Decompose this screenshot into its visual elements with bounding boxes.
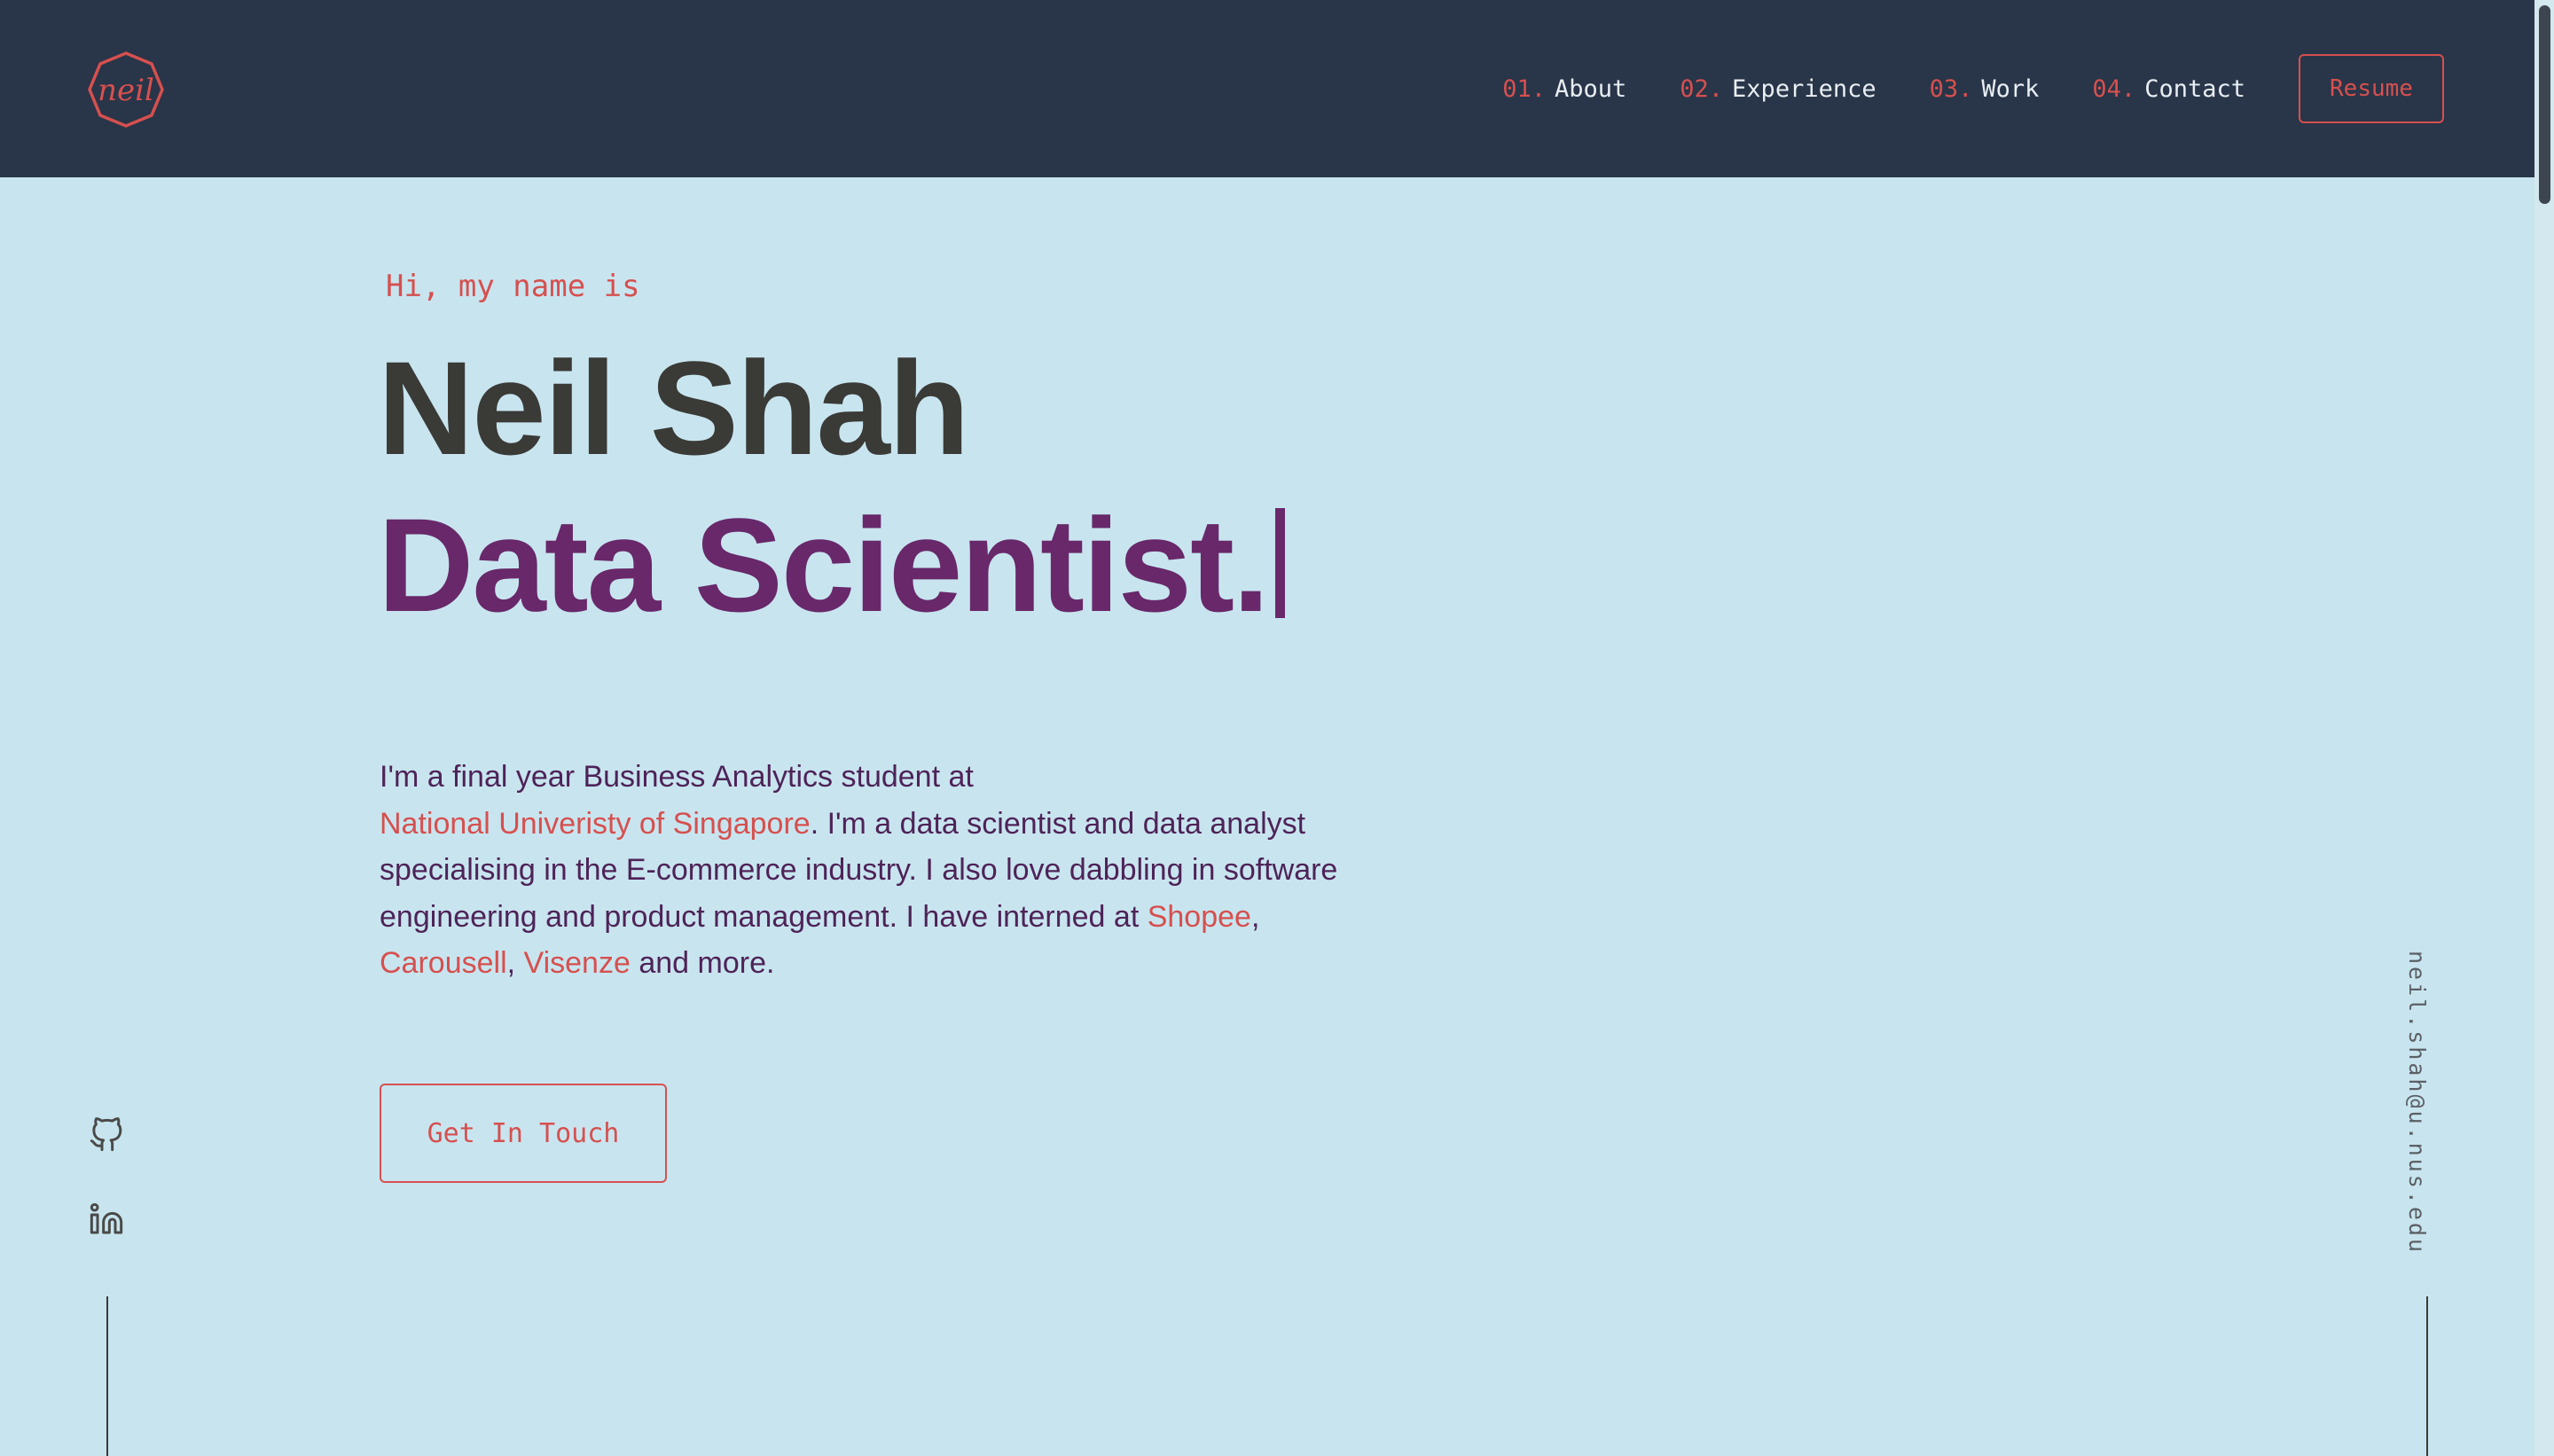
hero-greeting: Hi, my name is <box>386 269 640 304</box>
portfolio-page: neil 01. About 02. Experience 03. Work 04. C… <box>0 0 2554 1456</box>
hero-role-text: Data Scientist. <box>378 490 1270 639</box>
nav-work-number: 03. <box>1929 74 1973 103</box>
hero-name: Neil Shah <box>378 333 969 482</box>
nav-contact-number: 04. <box>2092 74 2136 103</box>
shopee-link[interactable]: Shopee <box>1148 900 1251 934</box>
hero-bio: I'm a final year Business Analytics stud… <box>380 754 1364 987</box>
scrollbar[interactable] <box>2534 0 2554 1456</box>
nav-work[interactable]: 03. Work <box>1930 75 2040 103</box>
scrollbar-thumb[interactable] <box>2539 5 2550 204</box>
logo-text: neil <box>98 73 154 108</box>
resume-button[interactable]: Resume <box>2299 54 2444 123</box>
nav-about-label: About <box>1554 74 1627 103</box>
logo-icon[interactable]: neil <box>87 51 165 129</box>
nav-experience-number: 02. <box>1680 74 1724 103</box>
nav-experience-label: Experience <box>1732 74 1876 103</box>
nav-work-label: Work <box>1981 74 2040 103</box>
bio-comma-2: , <box>506 946 516 980</box>
university-link[interactable]: National Univeristy of Singapore <box>380 807 811 841</box>
github-icon[interactable] <box>89 1117 124 1153</box>
bio-text-3: and more. <box>638 946 775 980</box>
email-link[interactable]: neil.shah@u.nus.edu <box>2404 951 2430 1255</box>
linkedin-icon[interactable] <box>89 1202 124 1237</box>
bio-comma-1: , <box>1250 899 1260 934</box>
site-header: neil 01. About 02. Experience 03. Work 04. C… <box>0 0 2534 177</box>
typing-cursor <box>1274 508 1285 618</box>
nav-about[interactable]: 01. About <box>1502 75 1626 103</box>
visenze-link[interactable]: Visenze <box>524 946 631 980</box>
hero-role: Data Scientist. <box>378 498 1285 631</box>
left-rail-line <box>106 1296 108 1456</box>
main-nav: 01. About 02. Experience 03. Work 04. Contac… <box>1502 0 2534 177</box>
nav-experience[interactable]: 02. Experience <box>1680 75 1876 103</box>
carousell-link[interactable]: Carousell <box>380 946 507 980</box>
nav-about-number: 01. <box>1502 74 1546 103</box>
nav-contact-label: Contact <box>2144 74 2245 103</box>
right-rail-line <box>2426 1296 2428 1456</box>
nav-contact[interactable]: 04. Contact <box>2092 75 2245 103</box>
get-in-touch-button[interactable]: Get In Touch <box>380 1084 667 1183</box>
bio-text-1: I'm a final year Business Analytics stud… <box>380 760 974 794</box>
